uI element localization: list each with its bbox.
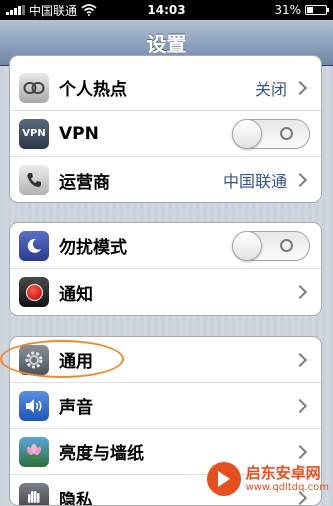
status-bar: 中国联通 14:03 31%: [0, 0, 333, 20]
toggle-off-indicator-icon: [280, 239, 293, 252]
status-time: 14:03: [0, 3, 333, 17]
toggle-knob: [232, 231, 262, 261]
watermark-text: 启东安卓网 www.qdltdq.com: [246, 465, 329, 494]
chevron-right-icon: [293, 80, 307, 94]
settings-row-label: 通用: [59, 347, 295, 372]
settings-row-value: 中国联通: [223, 168, 287, 192]
settings-row-label: 运营商: [59, 168, 223, 193]
settings-row-vpn[interactable]: VPN VPN: [10, 111, 321, 157]
speaker-icon: [19, 391, 49, 421]
watermark-logo-icon: [207, 462, 241, 496]
settings-row-do-not-disturb[interactable]: 勿扰模式: [10, 223, 321, 269]
settings-row-personal-hotspot[interactable]: 个人热点 关闭: [10, 65, 321, 111]
chevron-right-icon: [293, 398, 307, 412]
watermark-name: 启东安卓网: [246, 465, 329, 482]
settings-row-carrier[interactable]: 运营商 中国联通: [10, 157, 321, 203]
hotspot-link-icon: [19, 73, 49, 103]
settings-row-notifications[interactable]: 通知: [10, 269, 321, 315]
settings-group-notifications: 勿扰模式 通知: [9, 222, 322, 316]
settings-row-label: 亮度与墙纸: [59, 439, 295, 464]
gear-icon: [19, 345, 49, 375]
chevron-right-icon: [293, 444, 307, 458]
settings-row-label: 勿扰模式: [59, 233, 232, 258]
settings-row-label: VPN: [59, 124, 232, 144]
settings-row-label: 通知: [59, 280, 295, 305]
settings-row-label: 个人热点: [59, 75, 255, 100]
phone-icon: [19, 165, 49, 195]
vpn-toggle[interactable]: [232, 119, 310, 149]
chevron-right-icon: [293, 173, 307, 187]
moon-icon: [19, 231, 49, 261]
watermark-url: www.qdltdq.com: [246, 482, 329, 494]
chevron-right-icon: [293, 352, 307, 366]
flower-icon: [19, 437, 49, 467]
toggle-knob: [232, 119, 262, 149]
page-title: 设置: [147, 28, 187, 57]
toggle-off-indicator-icon: [280, 127, 293, 140]
settings-group-network: 个人热点 关闭 VPN VPN 运营商 中国联通: [9, 55, 322, 203]
settings-row-general[interactable]: 通用: [10, 337, 321, 383]
settings-row-sounds[interactable]: 声音: [10, 383, 321, 429]
hand-icon: [19, 483, 49, 506]
chevron-right-icon: [293, 285, 307, 299]
settings-row-label: 声音: [59, 393, 295, 418]
vpn-icon-text: VPN: [22, 128, 45, 139]
vpn-icon: VPN: [19, 119, 49, 149]
watermark: 启东安卓网 www.qdltdq.com: [207, 462, 329, 496]
battery-icon: [305, 5, 327, 15]
do-not-disturb-toggle[interactable]: [232, 231, 310, 261]
settings-row-value: 关闭: [255, 76, 287, 100]
notification-icon: [19, 277, 49, 307]
